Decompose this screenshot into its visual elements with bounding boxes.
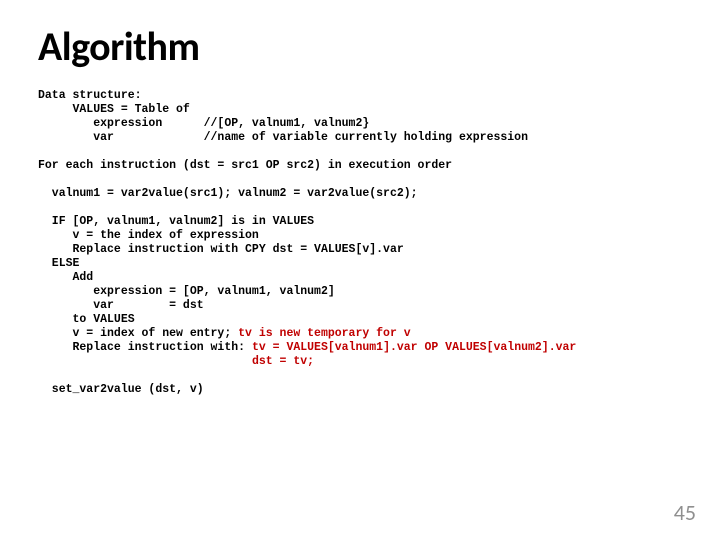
code-line-16: var = dst (38, 299, 204, 312)
code-line-22: set_var2value (dst, v) (38, 383, 204, 396)
code-line-18a: v = index of new entry; (38, 327, 231, 340)
code-line-18b-highlight: tv is new temporary for v (231, 327, 410, 340)
code-line-08: valnum1 = var2value(src1); valnum2 = var… (38, 187, 418, 200)
code-line-15: expression = [OP, valnum1, valnum2] (38, 285, 335, 298)
code-line-17: to VALUES (38, 313, 135, 326)
slide: Algorithm Data structure: VALUES = Table… (0, 0, 720, 540)
code-line-20a (38, 355, 245, 368)
code-line-14: Add (38, 271, 93, 284)
code-line-04: var //name of variable currently holding… (38, 131, 528, 144)
code-line-13: ELSE (38, 257, 79, 270)
algorithm-code-block: Data structure: VALUES = Table of expres… (38, 89, 682, 397)
code-line-02: VALUES = Table of (38, 103, 190, 116)
code-line-11: v = the index of expression (38, 229, 259, 242)
code-line-19b-highlight: tv = VALUES[valnum1].var OP VALUES[valnu… (245, 341, 576, 354)
slide-title: Algorithm (38, 22, 682, 71)
code-line-10: IF [OP, valnum1, valnum2] is in VALUES (38, 215, 314, 228)
page-number: 45 (674, 499, 696, 526)
code-line-01: Data structure: (38, 89, 142, 102)
code-line-03: expression //[OP, valnum1, valnum2} (38, 117, 369, 130)
code-line-12: Replace instruction with CPY dst = VALUE… (38, 243, 404, 256)
code-line-19a: Replace instruction with: (38, 341, 245, 354)
code-line-06: For each instruction (dst = src1 OP src2… (38, 159, 452, 172)
code-line-20b-highlight: dst = tv; (245, 355, 314, 368)
